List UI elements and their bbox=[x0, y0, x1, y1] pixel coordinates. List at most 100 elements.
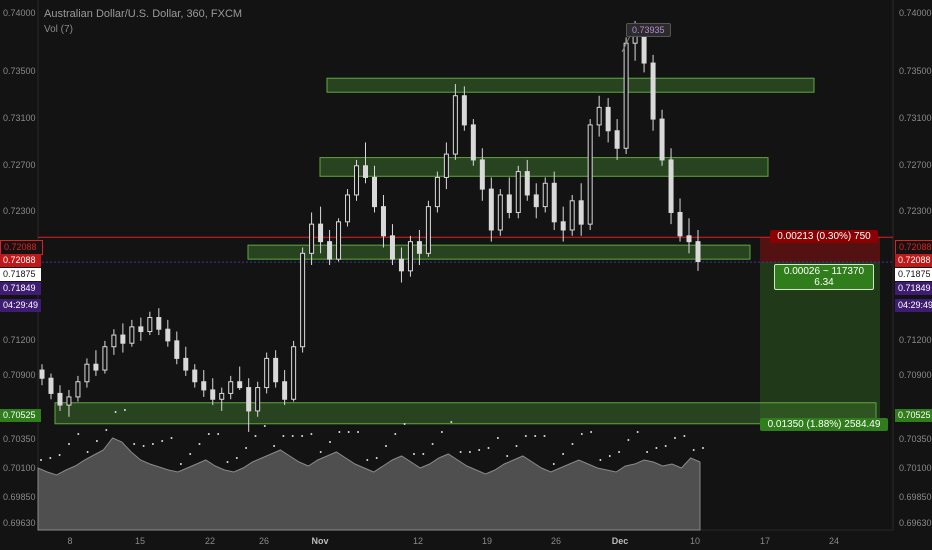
left-price-tick: 0.70100 bbox=[3, 463, 36, 474]
volume-dot bbox=[86, 451, 89, 453]
candle-body bbox=[246, 387, 252, 412]
left-price-tick: 0.70350 bbox=[3, 434, 36, 445]
volume-dot bbox=[543, 435, 546, 437]
candle-body bbox=[183, 357, 189, 371]
left-price-tick: 0.73500 bbox=[3, 66, 36, 77]
zone-1 bbox=[319, 157, 769, 177]
candle-body bbox=[596, 106, 602, 126]
candle-body bbox=[398, 258, 404, 272]
volume-dot bbox=[291, 435, 294, 437]
candle-body bbox=[66, 396, 72, 406]
volume-dot bbox=[142, 445, 145, 447]
volume-dot bbox=[133, 443, 136, 445]
candle-body bbox=[587, 124, 593, 225]
target-label[interactable]: 0.01350 (1.88%) 2584.49 bbox=[760, 418, 888, 431]
indicator-label: Vol (7) bbox=[44, 24, 73, 35]
candle-body bbox=[345, 194, 351, 223]
right-price-tick: 0.70900 bbox=[899, 369, 932, 380]
volume-dot bbox=[422, 453, 425, 455]
candle-body bbox=[434, 176, 440, 208]
zone-0 bbox=[326, 77, 815, 93]
candle-body bbox=[659, 118, 665, 161]
volume-dot bbox=[189, 453, 192, 455]
time-tick: 10 bbox=[689, 536, 701, 546]
volume-dot bbox=[235, 457, 238, 459]
candle-body bbox=[578, 200, 584, 225]
candle-body bbox=[228, 381, 234, 394]
right-price-tick: 0.70350 bbox=[899, 434, 932, 445]
right-price-tag: 0.72088 bbox=[895, 240, 932, 255]
candle-body bbox=[120, 334, 126, 344]
volume-dot bbox=[552, 463, 555, 465]
candle-body bbox=[39, 369, 45, 379]
position-label[interactable]: 0.00026 ~ 117370 6.34 bbox=[774, 264, 874, 290]
volume-dot bbox=[114, 411, 117, 413]
right-price-tag: 0.71875 bbox=[895, 268, 932, 281]
left-price-tag: 0.70525 bbox=[0, 409, 41, 422]
candle-body bbox=[524, 171, 530, 196]
right-price-tick: 0.72700 bbox=[899, 159, 932, 170]
time-tick: 22 bbox=[204, 536, 216, 546]
candle-body bbox=[605, 106, 611, 132]
volume-dot bbox=[478, 449, 481, 451]
volume-dot bbox=[646, 451, 649, 453]
candle-body bbox=[542, 182, 548, 208]
volume-dot bbox=[655, 447, 658, 449]
volume-dot bbox=[450, 421, 453, 423]
right-price-tag: 0.71849 bbox=[895, 282, 932, 295]
volume-dot bbox=[683, 435, 686, 437]
candle-body bbox=[650, 62, 656, 120]
volume-dot bbox=[105, 429, 108, 431]
candle-body bbox=[551, 182, 557, 223]
right-price-tick: 0.73100 bbox=[899, 113, 932, 124]
candle-body bbox=[300, 252, 306, 348]
candle-body bbox=[623, 42, 629, 149]
candle-body bbox=[156, 317, 162, 330]
candle-body bbox=[219, 392, 225, 400]
right-price-tag: 0.70525 bbox=[895, 409, 932, 422]
candle-body bbox=[416, 241, 422, 254]
position-label-line2: 6.34 bbox=[814, 277, 834, 288]
candle-body bbox=[147, 317, 153, 333]
left-price-tag: 0.71875 bbox=[0, 268, 41, 281]
candle-body bbox=[668, 159, 674, 213]
candle-body bbox=[138, 326, 144, 333]
volume-dot bbox=[627, 439, 630, 441]
volume-dot bbox=[524, 435, 527, 437]
right-price-tick: 0.72300 bbox=[899, 206, 932, 217]
volume-dot bbox=[571, 443, 574, 445]
volume-dot bbox=[674, 437, 676, 439]
volume-dot bbox=[590, 431, 593, 433]
volume-dot bbox=[618, 451, 621, 453]
volume-dot bbox=[151, 443, 154, 445]
volume-dot bbox=[702, 447, 704, 449]
time-tick: 19 bbox=[481, 536, 493, 546]
left-price-tick: 0.73100 bbox=[3, 113, 36, 124]
volume-dot bbox=[440, 431, 443, 433]
candle-body bbox=[165, 328, 171, 342]
candle-body bbox=[93, 363, 99, 371]
candle-body bbox=[273, 357, 279, 383]
volume-dot bbox=[366, 459, 369, 461]
volume-dot bbox=[347, 431, 350, 433]
candle-body bbox=[452, 95, 458, 155]
volume-dot bbox=[562, 453, 565, 455]
volume-dot bbox=[459, 451, 462, 453]
zone-2 bbox=[247, 244, 751, 260]
risk-label[interactable]: 0.00213 (0.30%) 750 bbox=[770, 230, 878, 243]
right-price-tag: 0.72088 bbox=[895, 254, 932, 267]
candle-body bbox=[336, 221, 342, 260]
volume-dot bbox=[534, 435, 537, 437]
volume-dot bbox=[95, 440, 98, 442]
volume-dot bbox=[357, 431, 359, 433]
left-price-tick: 0.74000 bbox=[3, 8, 36, 18]
time-tick: 15 bbox=[134, 536, 146, 546]
right-price-tick: 0.71200 bbox=[899, 334, 932, 345]
left-price-tick: 0.69630 bbox=[3, 518, 36, 529]
volume-dot bbox=[636, 431, 639, 433]
volume-dot bbox=[413, 453, 415, 455]
candle-body bbox=[309, 223, 315, 254]
volume-dot bbox=[49, 457, 52, 459]
candle-body bbox=[48, 377, 54, 394]
candle-body bbox=[129, 326, 135, 344]
